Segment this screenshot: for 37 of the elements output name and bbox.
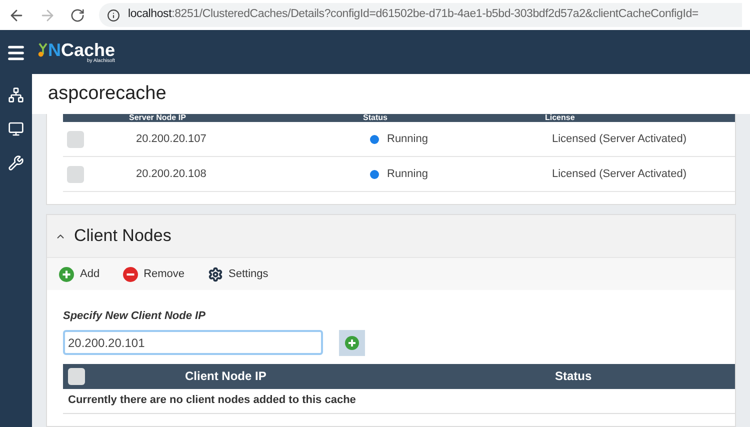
info-icon [107, 8, 120, 22]
add-button[interactable] [339, 330, 365, 356]
plus-icon [59, 266, 74, 282]
column-header: Client Node IP [185, 368, 268, 385]
panel-title: Client Nodes [74, 225, 172, 248]
column-header: License [545, 114, 575, 122]
sitemap-icon[interactable] [8, 87, 24, 103]
reload-icon[interactable] [70, 8, 85, 22]
panel-header[interactable]: Client Nodes [47, 215, 735, 257]
column-header: Status [363, 114, 388, 122]
table-cell-text: 20.200.20.107 [136, 132, 208, 147]
toolbar-button[interactable]: Add [59, 266, 100, 282]
table-cell-text: Running [387, 132, 429, 147]
logo-mark-icon [38, 40, 48, 58]
field-label: Specify New Client Node IP [63, 309, 206, 324]
table-cell-text: Licensed (Server Activated) [552, 132, 687, 147]
checkbox[interactable] [67, 166, 84, 182]
table-cell-text: 20.200.20.108 [136, 166, 208, 182]
column-header: Server Node IP [128, 114, 187, 122]
page-title: aspcorecache [48, 82, 166, 106]
checkbox[interactable] [68, 368, 85, 384]
url-text: localhost:8251/ClusteredCaches/Details?configId=d61502be-d71b-4ae1-b5bd-303bdf2d57a2&clientCacheConfigId= [128, 7, 698, 22]
settings-icon [208, 266, 223, 282]
empty-message: Currently there are no client nodes added to this cache [63, 388, 735, 414]
menu-icon[interactable] [6, 43, 26, 63]
address-bar[interactable]: localhost:8251/ClusteredCaches/Details?configId=d61502be-d71b-4ae1-b5bd-303bdf2d57a2&clientCacheConfigId= [99, 3, 742, 27]
plus-icon [345, 336, 359, 350]
table-cell-text: Licensed (Server Activated) [552, 166, 687, 182]
column-header: Status [555, 368, 592, 385]
minus-icon [122, 266, 138, 282]
toolbar-button[interactable]: Settings [208, 266, 268, 282]
monitor-icon[interactable] [8, 121, 24, 137]
checkbox[interactable] [67, 130, 84, 148]
table-cell-text: Running [387, 166, 429, 182]
wrench-icon[interactable] [8, 155, 24, 171]
toolbar-button[interactable]: Remove [122, 266, 185, 282]
input-field[interactable]: 20.200.20.101 [63, 330, 323, 355]
